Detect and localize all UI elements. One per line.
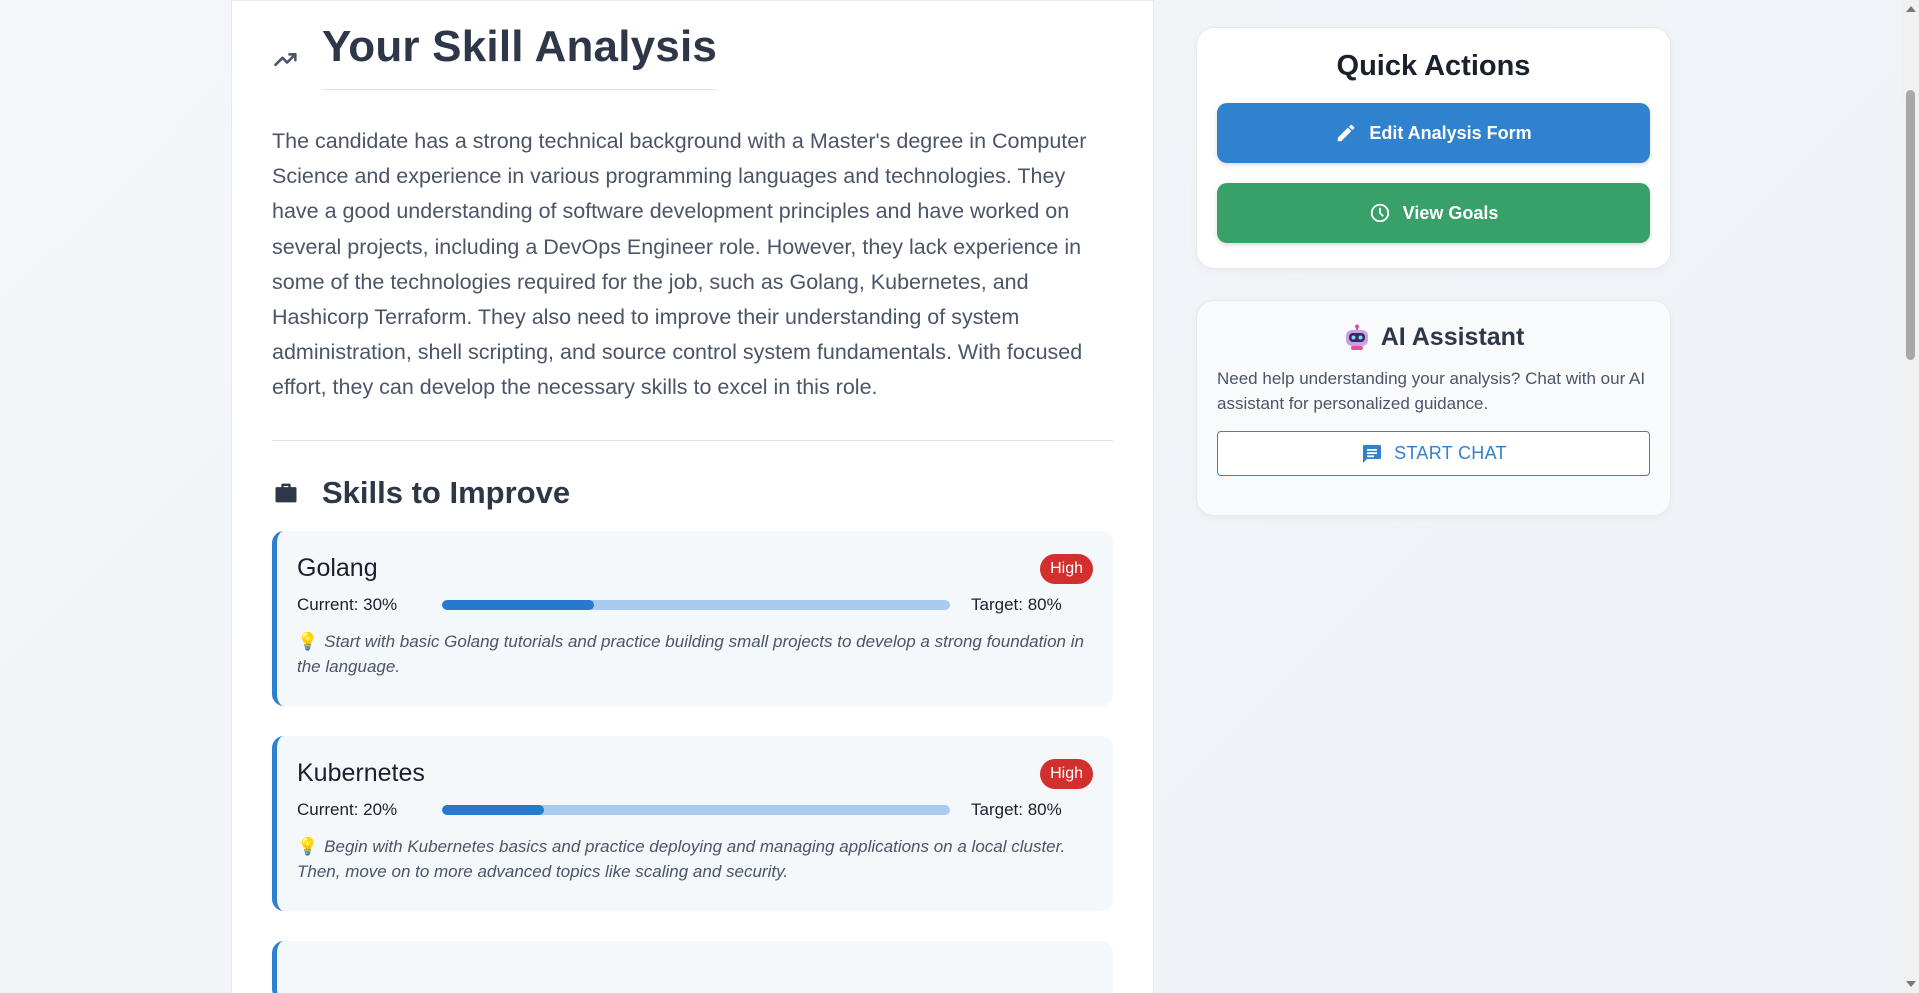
ai-assistant-header: AI Assistant <box>1217 323 1650 352</box>
skill-card: Kubernetes High Current: 20% Target: 80%… <box>272 735 1113 911</box>
target-level: Target: 80% <box>971 799 1062 819</box>
skill-tip: 💡 Begin with Kubernetes basics and practi… <box>297 834 1093 884</box>
scroll-up-arrow-icon[interactable] <box>1906 6 1916 12</box>
quick-actions-card: Quick Actions Edit Analysis Form View Go… <box>1196 27 1671 269</box>
skill-card-header: Golang High <box>297 551 1093 587</box>
ai-assistant-card: AI Assistant Need help understanding you… <box>1196 300 1671 516</box>
skills-section-header: Skills to Improve <box>272 475 1113 511</box>
robot-icon <box>1345 324 1368 350</box>
progress-bar <box>442 804 950 815</box>
skill-tip-text: Begin with Kubernetes basics and practic… <box>297 836 1066 881</box>
briefcase-icon <box>275 483 297 502</box>
priority-badge: High <box>1040 758 1093 789</box>
edit-analysis-form-label: Edit Analysis Form <box>1369 122 1532 143</box>
clock-icon <box>1370 203 1389 223</box>
quick-actions-title: Quick Actions <box>1336 50 1531 82</box>
title-row: Your Skill Analysis <box>272 23 1113 90</box>
lightbulb-icon: 💡 <box>297 631 319 651</box>
page: Your Skill Analysis The candidate has a … <box>0 0 1919 993</box>
chat-icon <box>1363 444 1382 463</box>
skill-name: Golang <box>297 554 378 583</box>
skill-card: Golang High Current: 30% Target: 80% 💡 St… <box>272 530 1113 706</box>
target-level: Target: 80% <box>971 594 1062 614</box>
lightbulb-icon: 💡 <box>297 836 319 856</box>
progress-fill <box>442 599 595 610</box>
start-chat-button[interactable]: START CHAT <box>1217 431 1650 476</box>
scrollbar-thumb[interactable] <box>1906 90 1915 360</box>
analysis-summary: The candidate has a strong technical bac… <box>272 129 1087 400</box>
progress-row: Current: 20% Target: 80% <box>297 800 1093 820</box>
skill-name: Kubernetes <box>297 759 425 788</box>
progress-bar <box>442 599 950 610</box>
skill-card-header: Kubernetes High <box>297 756 1093 792</box>
skill-tip-text: Start with basic Golang tutorials and pr… <box>297 631 1084 676</box>
ai-assistant-title: AI Assistant <box>1380 323 1525 351</box>
main-panel: Your Skill Analysis The candidate has a … <box>231 0 1154 993</box>
title-wrap: Your Skill Analysis <box>322 22 718 90</box>
skills-section-title: Skills to Improve <box>322 474 571 510</box>
ai-assistant-description: Need help understanding your analysis? C… <box>1217 369 1646 413</box>
pencil-icon <box>1338 124 1355 142</box>
progress-row: Current: 30% Target: 80% <box>297 595 1093 615</box>
current-level: Current: 30% <box>297 594 398 614</box>
skill-card <box>272 940 1113 993</box>
current-level: Current: 20% <box>297 799 398 819</box>
view-goals-label: View Goals <box>1402 202 1499 223</box>
progress-fill <box>442 804 544 815</box>
trending-up-icon <box>274 53 297 67</box>
start-chat-label: START CHAT <box>1394 443 1507 463</box>
edit-analysis-form-button[interactable]: Edit Analysis Form <box>1217 103 1650 163</box>
scroll-down-arrow-icon[interactable] <box>1906 981 1916 987</box>
view-goals-button[interactable]: View Goals <box>1217 183 1650 243</box>
priority-badge: High <box>1040 553 1093 584</box>
section-divider <box>272 439 1113 441</box>
page-title: Your Skill Analysis <box>322 22 718 71</box>
skill-tip: 💡 Start with basic Golang tutorials and p… <box>297 629 1093 679</box>
page-scrollbar[interactable] <box>1902 0 1919 993</box>
